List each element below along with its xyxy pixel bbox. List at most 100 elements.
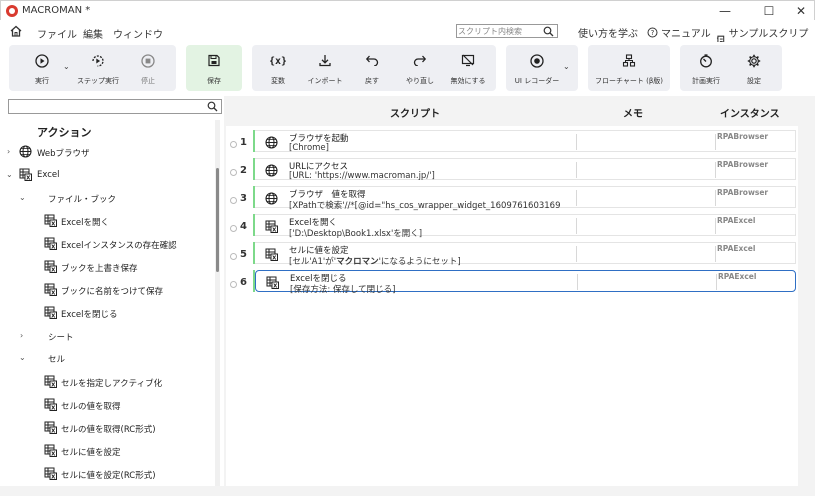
home-icon[interactable]	[9, 24, 23, 38]
tree-item-action[interactable]: X ブックに名前をつけて保存	[0, 280, 215, 300]
toolbar: 実行 ⌄ ステップ実行 停止 保存 {x} 変数 インポート 戻す やり直し 無…	[0, 42, 815, 96]
save-button[interactable]: 保存	[186, 45, 242, 91]
chevron-right-icon[interactable]: ›	[7, 147, 10, 156]
redo-button[interactable]: やり直し	[400, 45, 440, 91]
tree-item-action[interactable]: X セルに値を設定(RC形式)	[0, 464, 215, 484]
row-instance: RPABrowser	[717, 132, 769, 141]
column-divider	[576, 246, 577, 262]
window-title: MACROMAN *	[22, 5, 91, 16]
menu-window[interactable]: ウィンドウ	[113, 26, 163, 41]
chevron-down-icon[interactable]: ⌄	[6, 170, 13, 179]
excel-icon: X	[44, 214, 57, 227]
script-row-card[interactable]: X Excelを閉じる [保存方法: 保存して閉じる] RPAExcel	[255, 270, 796, 295]
record-icon	[530, 54, 544, 68]
action-panel: アクション › Webブラウザ ⌄ X Excel ⌄ ファイル・ブック X E…	[0, 96, 224, 496]
tree-label: シート	[48, 333, 74, 343]
title-bar: MACROMAN * — ☐ ✕	[0, 0, 815, 20]
column-divider	[576, 190, 577, 206]
script-row-card[interactable]: ブラウザを起動 [Chrome] RPABrowser	[255, 130, 796, 153]
script-row[interactable]: 4 X Excelを開く ['D:\Desktop\Book1.xlsx'を開く…	[226, 212, 798, 239]
column-divider	[576, 134, 577, 150]
script-list: 1 ブラウザを起動 [Chrome] RPABrowser 2 URLにアクセス…	[226, 126, 798, 486]
run-button[interactable]: 実行	[20, 45, 64, 91]
row-params: [XPathで検索'//*[@id="hs_cos_wrapper_widget…	[289, 201, 561, 211]
undo-button[interactable]: 戻す	[354, 45, 390, 91]
breakpoint-toggle[interactable]	[230, 281, 237, 288]
script-row[interactable]: 3 ブラウザ 値を取得 [XPathで検索'//*[@id="hs_cos_wr…	[226, 184, 798, 211]
chevron-right-icon[interactable]: ›	[20, 331, 23, 340]
excel-icon: X	[44, 260, 57, 273]
breakpoint-toggle[interactable]	[230, 169, 237, 176]
tree-label: セルを指定しアクティブ化	[61, 379, 163, 389]
tree-item-action[interactable]: X セルの値を取得	[0, 395, 215, 415]
recorder-dropdown-chevron-icon[interactable]: ⌄	[563, 62, 570, 71]
play-icon	[35, 54, 49, 68]
save-icon	[208, 54, 220, 67]
search-icon[interactable]	[543, 26, 554, 37]
tree-item-action[interactable]: X セルを指定しアクティブ化	[0, 372, 215, 392]
settings-button[interactable]: 設定	[734, 45, 774, 91]
action-search-input[interactable]	[11, 101, 201, 112]
row-params: ['D:\Desktop\Book1.xlsx'を開く]	[289, 229, 423, 239]
run-label: 実行	[35, 77, 49, 85]
undo-icon	[365, 55, 379, 66]
breakpoint-toggle[interactable]	[230, 225, 237, 232]
tree-item-action[interactable]: X セルに値を設定	[0, 441, 215, 461]
tree-item-action[interactable]: X Excelを開く	[0, 211, 215, 231]
script-row-card[interactable]: X Excelを開く ['D:\Desktop\Book1.xlsx'を開く] …	[255, 214, 796, 239]
script-row[interactable]: 5 X セルに値を設定 [セル'A1'が'マクロマン'になるようにセット] RP…	[226, 240, 798, 267]
tree-item-excel[interactable]: ⌄ X Excel	[0, 165, 215, 185]
gear-icon	[747, 54, 761, 68]
script-row-card[interactable]: X セルに値を設定 [セル'A1'が'マクロマン'になるようにセット] RPAE…	[255, 242, 796, 267]
menu-file[interactable]: ファイル	[37, 26, 77, 41]
svg-text:{x}: {x}	[270, 56, 286, 67]
tree-item-cell[interactable]: ⌄ セル	[0, 348, 215, 368]
flowchart-button[interactable]: フローチャート (β版)	[588, 45, 670, 91]
script-search-input[interactable]	[458, 25, 540, 37]
disable-button[interactable]: 無効にする	[444, 45, 492, 91]
actions-heading: アクション	[37, 126, 92, 139]
column-divider	[576, 218, 577, 234]
tree-item-web-browser[interactable]: › Webブラウザ	[0, 142, 215, 162]
tree-item-action[interactable]: X Excelインスタンスの存在確認	[0, 234, 215, 254]
tree-item-action[interactable]: X ブックを上書き保存	[0, 257, 215, 277]
row-number: 5	[240, 249, 247, 260]
schedule-button[interactable]: 計画実行	[684, 45, 728, 91]
schedule-label: 計画実行	[692, 77, 720, 85]
script-row[interactable]: 1 ブラウザを起動 [Chrome] RPABrowser	[226, 128, 798, 154]
tree-item-action[interactable]: X Excelを閉じる	[0, 303, 215, 323]
import-button[interactable]: インポート	[302, 45, 348, 91]
manual-link[interactable]: ? マニュアル	[647, 25, 711, 40]
tree-label: セルに値を設定	[61, 448, 121, 458]
tree-item-file-book[interactable]: ⌄ ファイル・ブック	[0, 188, 215, 208]
tree-label: セルの値を取得	[61, 402, 121, 412]
tree-item-sheet[interactable]: › シート	[0, 326, 215, 346]
excel-icon: X	[44, 306, 57, 319]
step-run-button[interactable]: ステップ実行	[74, 45, 122, 91]
question-icon: ?	[647, 27, 658, 38]
breakpoint-toggle[interactable]	[230, 197, 237, 204]
script-row[interactable]: 2 URLにアクセス [URL: 'https://www.macroman.j…	[226, 156, 798, 182]
variables-button[interactable]: {x} 変数	[258, 45, 298, 91]
minimize-button[interactable]: —	[717, 3, 733, 19]
maximize-button[interactable]: ☐	[761, 3, 777, 19]
breakpoint-toggle[interactable]	[230, 141, 237, 148]
learn-link[interactable]: 使い方を学ぶ	[578, 25, 638, 40]
excel-icon: X	[44, 375, 57, 388]
chevron-down-icon[interactable]: ⌄	[19, 193, 26, 202]
menu-edit[interactable]: 編集	[83, 26, 103, 41]
tree-item-action[interactable]: X セルの値を取得(RC形式)	[0, 418, 215, 438]
script-row-card[interactable]: URLにアクセス [URL: 'https://www.macroman.jp/…	[255, 158, 796, 181]
flowchart-label: フローチャート (β版)	[594, 77, 664, 85]
action-panel-scrollbar[interactable]	[216, 168, 219, 272]
stop-button[interactable]: 停止	[128, 45, 168, 91]
ui-recorder-button[interactable]: UI レコーダー	[510, 45, 564, 91]
script-row-selected[interactable]: 6 X Excelを閉じる [保存方法: 保存して閉じる] RPAExcel	[226, 268, 798, 295]
chevron-down-icon[interactable]: ⌄	[19, 353, 26, 362]
globe-icon	[265, 164, 278, 177]
run-dropdown-chevron-icon[interactable]: ⌄	[63, 62, 70, 71]
breakpoint-toggle[interactable]	[230, 253, 237, 260]
close-button[interactable]: ✕	[793, 3, 809, 19]
search-icon[interactable]	[207, 101, 218, 112]
script-row-card[interactable]: ブラウザ 値を取得 [XPathで検索'//*[@id="hs_cos_wrap…	[255, 186, 796, 211]
